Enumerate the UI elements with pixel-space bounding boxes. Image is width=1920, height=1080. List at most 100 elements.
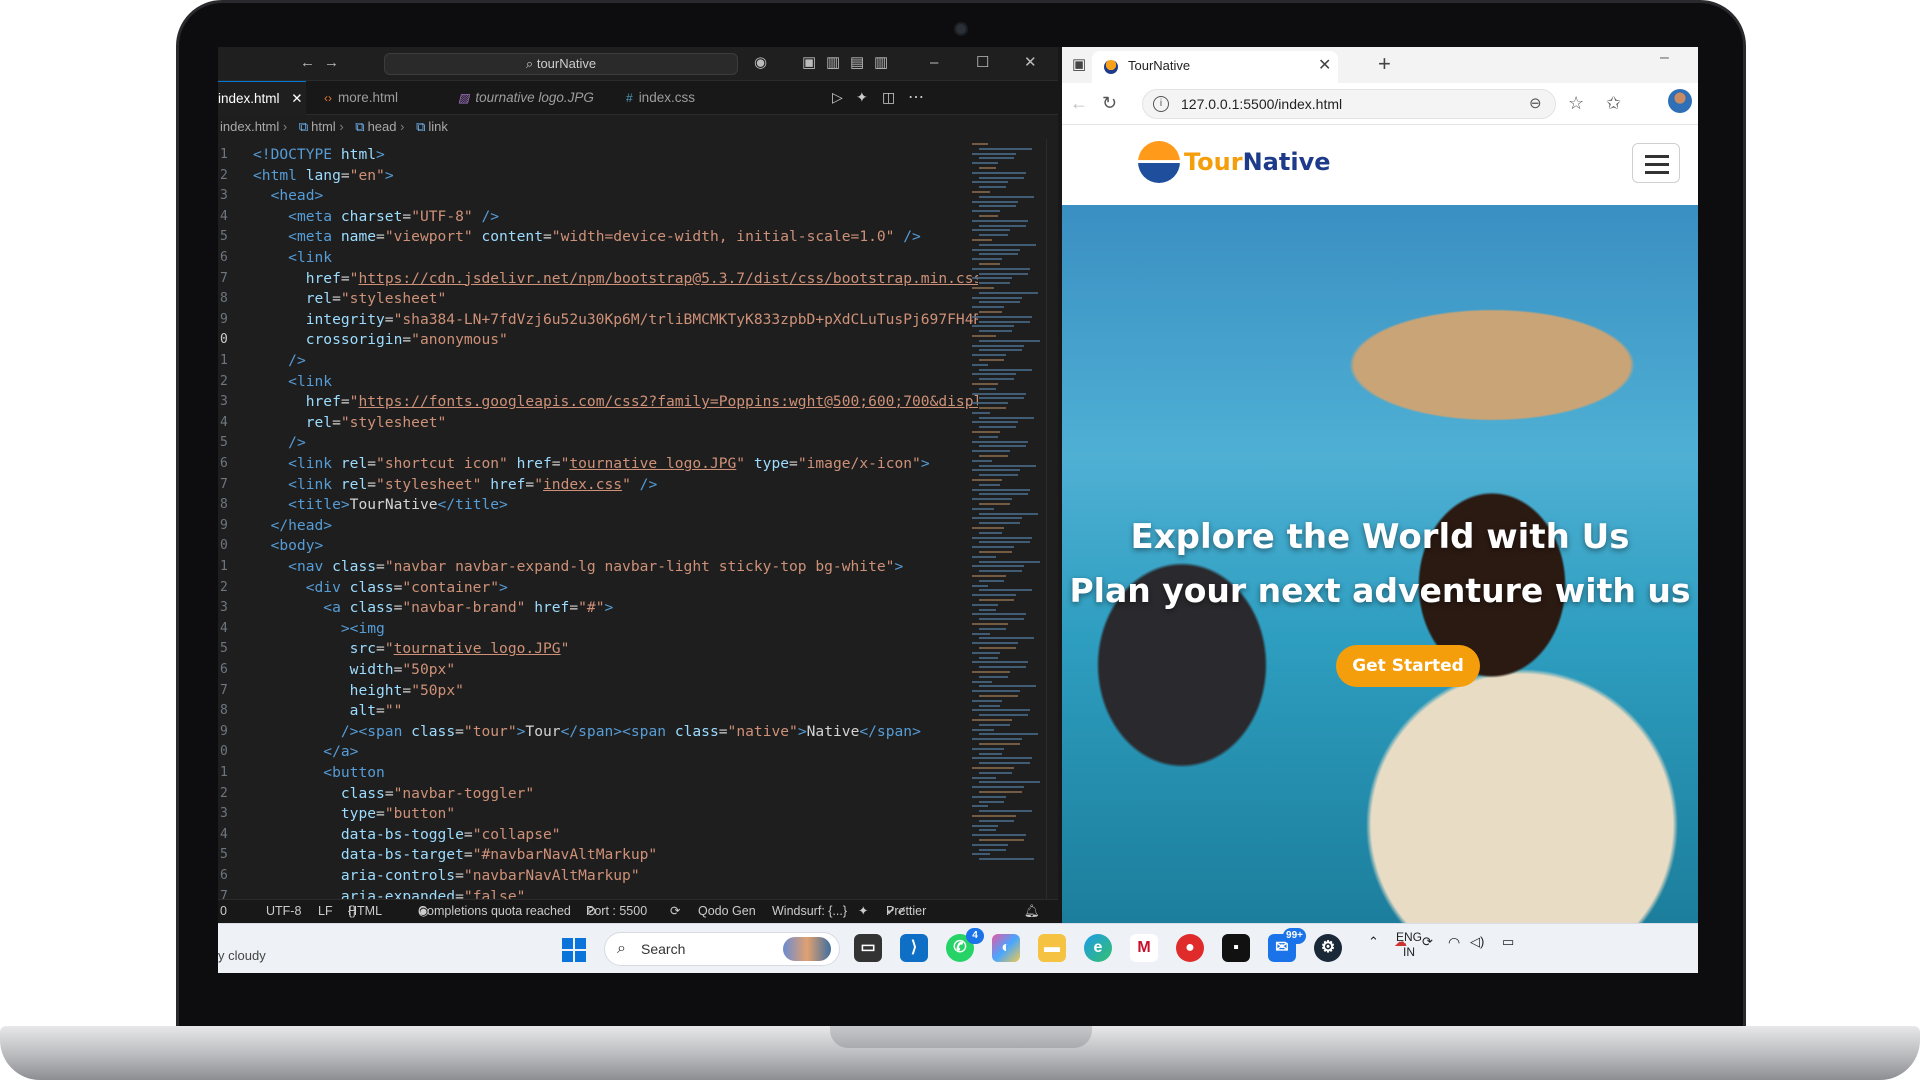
code-line[interactable]: 4 data-bs-toggle="collapse" bbox=[218, 825, 978, 846]
code-line[interactable]: 1 /> bbox=[218, 351, 978, 372]
code-line[interactable]: 9 integrity="sha384-LN+7fdVzj6u52u30Kp6M… bbox=[218, 310, 978, 331]
weather-widget[interactable]: y cloudy bbox=[218, 948, 266, 963]
toggle-panel-icon[interactable]: ▤ bbox=[850, 55, 864, 71]
browser-tab[interactable]: TourNative ✕ bbox=[1092, 51, 1338, 83]
navbar-toggler-button[interactable] bbox=[1632, 143, 1680, 183]
command-center-search[interactable]: ⌕ tourNative bbox=[384, 53, 738, 75]
favorites-list-icon[interactable]: ✩ bbox=[1606, 93, 1621, 113]
code-line[interactable]: 5 src="tournative logo.JPG" bbox=[218, 639, 978, 660]
sync-icon[interactable]: ⟳ bbox=[670, 900, 680, 923]
tab-actions-icon[interactable]: ▣ bbox=[1072, 55, 1086, 73]
minimap[interactable] bbox=[970, 139, 1040, 899]
favorite-star-icon[interactable]: ☆ bbox=[1568, 93, 1584, 113]
code-line[interactable]: 8 <title>TourNative</title> bbox=[218, 495, 978, 516]
close-window-icon[interactable]: ✕ bbox=[1024, 55, 1037, 71]
status-encoding[interactable]: UTF-8 bbox=[266, 900, 301, 923]
mcafee-icon[interactable]: M bbox=[1130, 934, 1158, 962]
code-line[interactable]: 5 <meta name="viewport" content="width=d… bbox=[218, 227, 978, 248]
breadcrumb-file[interactable]: index.html bbox=[220, 119, 279, 134]
sync-tray-icon[interactable]: ⟳ bbox=[1422, 934, 1433, 950]
code-line[interactable]: 2 class="navbar-toggler" bbox=[218, 784, 978, 805]
code-line[interactable]: 4 ><img bbox=[218, 619, 978, 640]
breadcrumb-link[interactable]: link bbox=[428, 119, 448, 134]
get-started-button[interactable]: Get Started bbox=[1336, 645, 1480, 687]
code-line[interactable]: 0 crossorigin="anonymous" bbox=[218, 330, 978, 351]
code-line[interactable]: 9 </head> bbox=[218, 516, 978, 537]
vscode-app-icon[interactable]: ⟩ bbox=[900, 934, 928, 962]
profile-avatar[interactable] bbox=[1668, 89, 1692, 113]
close-tab-icon[interactable]: ✕ bbox=[291, 91, 302, 106]
status-eol[interactable]: LF bbox=[318, 900, 333, 923]
code-line[interactable]: 2 <html lang="en"> bbox=[218, 166, 978, 187]
maximize-icon[interactable]: ☐ bbox=[976, 55, 989, 71]
language-indicator[interactable]: ENG IN bbox=[1396, 930, 1422, 960]
breadcrumb-html[interactable]: html bbox=[311, 119, 336, 134]
code-line[interactable]: 7 href="https://cdn.jsdelivr.net/npm/boo… bbox=[218, 269, 978, 290]
bell-icon[interactable]: 🔔︎ bbox=[1024, 900, 1040, 923]
code-line[interactable]: 6 <link rel="shortcut icon" href="tourna… bbox=[218, 454, 978, 475]
tournative-logo-icon[interactable] bbox=[1138, 141, 1180, 183]
code-line[interactable]: 4 rel="stylesheet" bbox=[218, 413, 978, 434]
code-editor[interactable]: 1 <!DOCTYPE html> 2 <html lang="en"> 3 <head… bbox=[218, 139, 978, 899]
sparkle-icon[interactable]: ✦ bbox=[858, 900, 868, 923]
tab-index-html[interactable]: index.html ✕ bbox=[218, 81, 306, 115]
breadcrumb-head[interactable]: head bbox=[368, 119, 397, 134]
tab-logo-jpg[interactable]: ▨ tournative logo.JPG bbox=[450, 81, 600, 115]
steam-app-icon[interactable]: ⚙ bbox=[1314, 934, 1342, 962]
back-arrow-icon[interactable]: ← bbox=[300, 55, 315, 71]
code-line[interactable]: 6 aria-controls="navbarNavAltMarkup" bbox=[218, 866, 978, 887]
more-page-options-icon[interactable]: ⊖ bbox=[1529, 90, 1542, 118]
code-line[interactable]: 1 <nav class="navbar navbar-expand-lg na… bbox=[218, 557, 978, 578]
code-line[interactable]: 3 href="https://fonts.googleapis.com/css… bbox=[218, 392, 978, 413]
code-line[interactable]: 0 </a> bbox=[218, 742, 978, 763]
back-arrow-icon[interactable]: ← bbox=[1070, 93, 1088, 113]
more-actions-icon[interactable]: ⋯ bbox=[908, 87, 924, 107]
code-line[interactable]: 3 <head> bbox=[218, 186, 978, 207]
code-line[interactable]: 0 <body> bbox=[218, 536, 978, 557]
navbar-brand[interactable]: TourNative bbox=[1184, 147, 1331, 177]
address-bar[interactable]: i 127.0.0.1:5500/index.html ⊖ bbox=[1142, 89, 1556, 119]
code-line[interactable]: 8 rel="stylesheet" bbox=[218, 289, 978, 310]
minimize-icon[interactable]: – bbox=[930, 55, 938, 71]
recorder-app-icon[interactable]: ● bbox=[1176, 934, 1204, 962]
code-line[interactable]: 7 aria-expanded="false" bbox=[218, 887, 978, 899]
battery-icon[interactable]: ▭ bbox=[1502, 934, 1514, 950]
code-line[interactable]: 1 <!DOCTYPE html> bbox=[218, 145, 978, 166]
file-explorer-icon[interactable]: ▬ bbox=[1038, 934, 1066, 962]
sparkle-icon[interactable]: ✦ bbox=[856, 89, 868, 106]
copilot-icon[interactable]: ◉ bbox=[754, 55, 767, 71]
split-editor-icon[interactable]: ◫ bbox=[882, 89, 895, 106]
code-line[interactable]: 3 type="button" bbox=[218, 804, 978, 825]
code-line[interactable]: 6 <link bbox=[218, 248, 978, 269]
code-line[interactable]: 5 data-bs-target="#navbarNavAltMarkup" bbox=[218, 845, 978, 866]
volume-icon[interactable]: ◁) bbox=[1470, 934, 1484, 950]
code-line[interactable]: 4 <meta charset="UTF-8" /> bbox=[218, 207, 978, 228]
code-line[interactable]: 3 <a class="navbar-brand" href="#"> bbox=[218, 598, 978, 619]
wifi-icon[interactable]: ◠ bbox=[1448, 934, 1460, 951]
status-qodo[interactable]: Qodo Gen bbox=[698, 900, 756, 923]
minimize-icon[interactable]: – bbox=[1660, 49, 1669, 67]
layout-icon[interactable]: ▣ bbox=[802, 55, 816, 71]
whatsapp-app-icon[interactable]: ✆ 4 bbox=[946, 928, 984, 962]
code-line[interactable]: 9 /><span class="tour">Tour</span><span … bbox=[218, 722, 978, 743]
tab-more-html[interactable]: ‹› more.html bbox=[316, 81, 428, 115]
code-line[interactable]: 2 <div class="container"> bbox=[218, 578, 978, 599]
code-line[interactable]: 7 height="50px" bbox=[218, 681, 978, 702]
forward-arrow-icon[interactable]: → bbox=[324, 55, 339, 71]
code-line[interactable]: 5 /> bbox=[218, 433, 978, 454]
code-line[interactable]: 7 <link rel="stylesheet" href="index.css… bbox=[218, 475, 978, 496]
outlook-app-icon[interactable]: ✉ 99+ bbox=[1268, 928, 1306, 962]
code-line[interactable]: 2 <link bbox=[218, 372, 978, 393]
toggle-sidebar-icon[interactable]: ▥ bbox=[826, 55, 840, 71]
toggle-secondary-sidebar-icon[interactable]: ▥ bbox=[874, 55, 888, 71]
code-line[interactable]: 1 <button bbox=[218, 763, 978, 784]
run-icon[interactable]: ▷ bbox=[832, 89, 843, 106]
close-tab-icon[interactable]: ✕ bbox=[1318, 51, 1331, 81]
chevron-up-icon[interactable]: ⌃ bbox=[1368, 934, 1379, 950]
task-view-icon[interactable]: ▭ bbox=[854, 934, 882, 962]
windows-start-icon[interactable] bbox=[562, 938, 586, 962]
status-windsurf[interactable]: Windsurf: {...} bbox=[772, 900, 847, 923]
status-problems[interactable]: 0 bbox=[220, 900, 227, 923]
editor-scrollbar[interactable] bbox=[1046, 139, 1056, 899]
code-line[interactable]: 8 alt="" bbox=[218, 701, 978, 722]
